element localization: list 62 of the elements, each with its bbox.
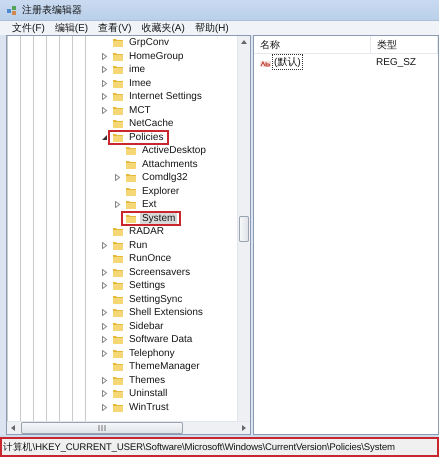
folder-icon [112,226,124,238]
folder-icon [112,64,124,76]
folder-icon [125,199,137,210]
folder-icon [112,37,124,48]
folder-icon [112,334,124,346]
column-header[interactable]: 名称 [254,36,371,53]
tree-item[interactable]: Comdlg32 [121,170,194,186]
horizontal-scrollbar[interactable] [7,421,250,434]
tree-item[interactable]: SettingSync [108,292,188,307]
tree-item[interactable]: NetCache [108,116,180,132]
tree-item[interactable]: Telephony [108,346,181,361]
tree-item[interactable]: WinTrust [108,400,175,415]
tree-item[interactable]: Internet Settings [108,89,208,104]
tree-item[interactable]: Sidebar [108,318,170,334]
tree-item[interactable]: Uninstall [108,386,174,402]
registry-icon [6,4,18,16]
menu-item[interactable]: 收藏夹(A) [141,21,185,35]
expander-icon[interactable] [100,134,108,141]
scroll-thumb[interactable] [239,216,249,242]
menu-item[interactable]: 帮助(H) [194,21,229,35]
tree-item[interactable]: GrpConv [108,36,176,50]
tree-item[interactable]: Themes [108,372,172,388]
tree-item[interactable]: System [121,210,182,226]
scroll-thumb[interactable] [21,422,183,434]
tree-item[interactable]: HomeGroup [108,48,190,64]
scroll-right-icon[interactable] [242,425,246,431]
tree-item[interactable]: Screensavers [108,264,196,280]
tree-item[interactable]: RunOnce [108,251,178,266]
folder-icon [112,388,124,400]
column-header[interactable]: 类型 [371,36,438,53]
window-title: 注册表编辑器 [22,4,82,17]
tree-item[interactable]: Ext [121,197,162,212]
tree-item[interactable]: ime [108,62,152,78]
tree-item[interactable]: Run [108,238,154,253]
folder-icon [112,361,124,372]
tree-item[interactable]: ActiveDesktop [121,143,212,158]
value-name[interactable]: (默认) [272,54,303,70]
tree-item[interactable]: Attachments [121,156,204,172]
menu-item[interactable]: 编辑(E) [54,21,88,35]
folder-icon [112,91,124,102]
tree-item[interactable]: Settings [108,278,172,294]
folder-icon [125,145,137,156]
tree-item[interactable]: RADAR [108,224,170,240]
scroll-left-icon[interactable] [11,425,15,431]
vertical-scrollbar[interactable] [237,36,250,421]
scroll-up-icon[interactable] [241,40,247,44]
folder-icon [125,172,137,184]
folder-icon [112,253,124,264]
value-type: REG_SZ [375,56,416,68]
tree-item[interactable]: Software Data [108,332,198,348]
tree-item[interactable]: MCT [108,102,157,118]
registry-path: 计算机\HKEY_CURRENT_USER\Software\Microsoft\Windows\CurrentVersion\Policies\System [2,440,395,454]
tree-item[interactable]: ThemeManager [108,359,206,374]
folder-icon [112,118,124,130]
tree-item[interactable]: Policies [108,130,170,145]
menu-item[interactable]: 文件(F) [12,21,45,35]
folder-icon [112,307,124,318]
tree-item[interactable]: Explorer [121,184,186,199]
tree-item[interactable]: Shell Extensions [108,305,209,320]
menu-item[interactable]: 查看(V) [98,21,132,35]
folder-icon [112,280,124,292]
tree-item[interactable]: Imee [108,76,158,91]
